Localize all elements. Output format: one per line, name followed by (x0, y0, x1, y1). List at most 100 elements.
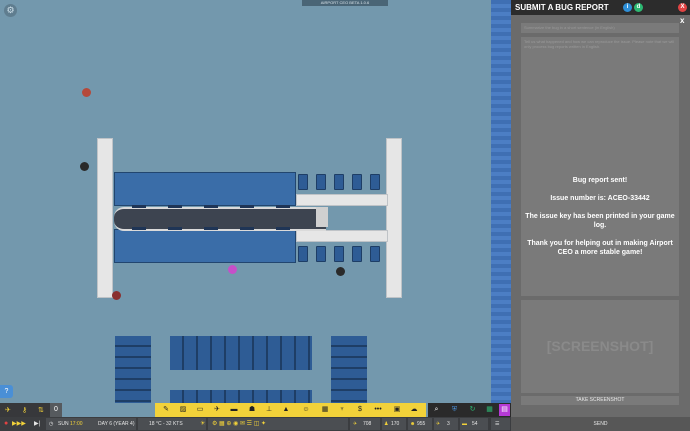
baggage-icon[interactable]: ▦ (320, 405, 330, 415)
plane-icon[interactable]: ✈ (5, 406, 11, 414)
corridor-lower (296, 230, 388, 242)
seating-block (170, 336, 312, 370)
counter (240, 205, 254, 208)
gear-icon[interactable]: ⚙ (4, 4, 17, 17)
speed-controls-icon[interactable]: ▶▶▶ (12, 417, 26, 431)
key-icon[interactable]: ⚷ (22, 406, 27, 414)
message-line: Thank you for helping out in making Airp… (527, 240, 673, 256)
vehicle-icon[interactable]: ▭ (195, 405, 205, 415)
search-icon[interactable]: ⌕ (431, 404, 442, 416)
food-icon[interactable]: ♆ (337, 405, 347, 415)
more-icon[interactable]: ••• (373, 405, 383, 415)
seat (298, 246, 308, 262)
wrench-icon[interactable]: ⚙ ▦ ⊕ ◉ ✉ ☰ ◫ ✦ (212, 417, 266, 431)
planes-icon: ✈ (436, 421, 441, 427)
passenger-icon: ☻ (410, 421, 416, 427)
issue-number: Issue number is: ACEO-33442 (550, 195, 650, 202)
sort-icon[interactable]: ⇅ (38, 406, 44, 414)
panel-title: SUBMIT A BUG REPORT (515, 3, 609, 12)
purple-icon[interactable]: ▤ (499, 404, 510, 416)
gates-icon: ▬ (462, 421, 467, 427)
day-year-label: DAY 6 (YEAR 4) (98, 421, 135, 427)
aircraft-icon[interactable]: ✈ (212, 405, 222, 415)
lounge-upper (114, 172, 296, 206)
counter (276, 227, 290, 230)
counter (204, 205, 218, 208)
seat (298, 174, 308, 190)
discord-icon[interactable]: d (634, 3, 643, 12)
message-line (521, 230, 679, 239)
bug-title-input[interactable]: Summarize the bug in a short sentence (i… (521, 23, 679, 33)
seat (370, 246, 380, 262)
person-icon[interactable]: ☺ (301, 405, 311, 415)
pause-icon[interactable]: ▶| (34, 417, 40, 431)
take-screenshot-button[interactable]: TAKE SCREENSHOT (521, 396, 679, 405)
screenshot-placeholder: [SCREENSHOT] (546, 338, 654, 354)
flights-count: 708 (363, 421, 372, 427)
counter (168, 227, 182, 230)
zone-icon[interactable]: ▨ (178, 405, 188, 415)
menu-icon[interactable]: ☰ (495, 417, 499, 431)
seat (316, 174, 326, 190)
bug-sent-message: Bug report sent! Issue number is: ACEO-3… (521, 176, 679, 257)
counter (204, 227, 218, 230)
game-screen: { "game": { "version": "AIRPORT CEO BETA… (0, 0, 690, 431)
menu-segment (491, 418, 510, 430)
person[interactable] (80, 162, 89, 171)
gates-count: 54 (472, 421, 478, 427)
weather-icon[interactable]: ☁ (409, 405, 419, 415)
close-icon[interactable]: x (680, 16, 684, 25)
seat (370, 174, 380, 190)
person[interactable] (112, 291, 121, 300)
counter (276, 205, 290, 208)
staff-count: 170 (391, 421, 400, 427)
message-line: Bug report sent! (572, 177, 628, 184)
seat (334, 174, 344, 190)
structure-icon[interactable]: ⊥ (264, 405, 274, 415)
version-label: AIRPORT CEO BETA 1.0.6 (302, 0, 388, 6)
planes-count: 3 (447, 421, 450, 427)
person[interactable] (336, 267, 345, 276)
corridor-upper (296, 194, 388, 206)
close-icon[interactable]: X (678, 3, 687, 12)
time-label: 17:00 (70, 421, 83, 427)
seat (352, 174, 362, 190)
finance-icon[interactable]: $ (355, 405, 365, 415)
security-icon[interactable]: ▲ (281, 405, 291, 415)
cargo-icon[interactable]: ▣ (392, 405, 402, 415)
day-label: SUN (58, 421, 69, 427)
message-line (521, 185, 679, 194)
person[interactable] (228, 265, 237, 274)
terminal-wall-right (386, 138, 402, 298)
message-line (521, 203, 679, 212)
staff-icon[interactable]: ☗ (247, 405, 257, 415)
description-placeholder: Tell us what happened and how we can rep… (524, 39, 675, 49)
counter (132, 227, 146, 230)
runway-icon[interactable]: ✎ (161, 405, 171, 415)
belt-end (316, 207, 328, 227)
stop-icon[interactable]: ● (4, 417, 8, 431)
staff-icon: ♟ (384, 421, 389, 427)
seating-block (331, 336, 367, 403)
bench-icon[interactable]: ▬ (229, 405, 239, 415)
bug-description-input[interactable] (521, 37, 679, 296)
help-button[interactable]: ? (0, 385, 13, 398)
info-icon[interactable]: i (623, 3, 632, 12)
send-button[interactable]: SEND (511, 417, 690, 431)
counter (240, 227, 254, 230)
sun-icon: ☀ (200, 421, 206, 427)
refresh-icon[interactable]: ↻ (467, 404, 478, 416)
terminal-wall-left (97, 138, 113, 298)
money-display: 0 (50, 403, 62, 417)
person[interactable] (82, 88, 91, 97)
seat (316, 246, 326, 262)
lounge-lower (114, 229, 296, 263)
clock-icon: ◷ (49, 421, 54, 427)
seat (334, 246, 344, 262)
seating-block (170, 390, 312, 403)
flights-icon: ✈ (353, 421, 358, 427)
counter (168, 205, 182, 208)
shield-icon[interactable]: ⛨ (449, 404, 460, 416)
seating-block (115, 336, 151, 403)
grid-icon[interactable]: ▦ (484, 404, 495, 416)
